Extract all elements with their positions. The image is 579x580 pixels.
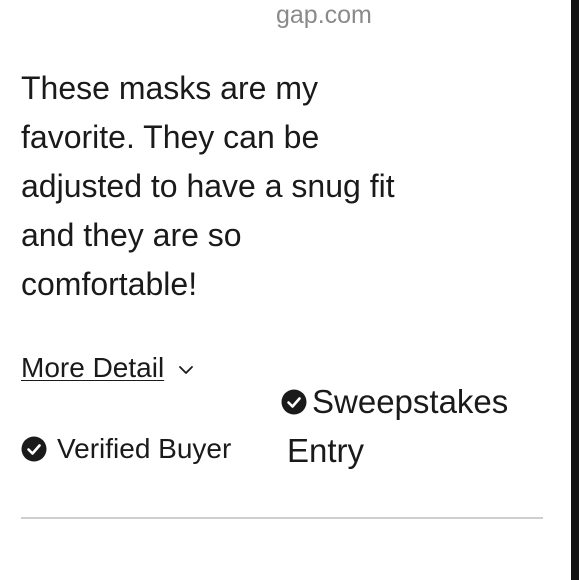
divider (21, 517, 543, 519)
review-text: These masks are my favorite. They can be… (21, 70, 395, 302)
more-detail-label: More Detail (21, 352, 165, 383)
verified-buyer-badge: Verified Buyer (21, 432, 231, 466)
review-source: gap.com (276, 1, 372, 29)
check-circle-icon (21, 436, 47, 462)
sweepstakes-entry-badge: Sweepstakes Entry (281, 380, 531, 473)
more-detail-toggle[interactable]: More Detail (21, 350, 194, 386)
check-circle-icon (281, 389, 307, 415)
chevron-down-icon (178, 365, 194, 375)
sweepstakes-label-line2: Entry (287, 432, 365, 469)
sweepstakes-label-line1: Sweepstakes (312, 383, 509, 420)
review-card: gap.com These masks are my favorite. The… (0, 0, 579, 580)
verified-buyer-label: Verified Buyer (57, 433, 232, 464)
screen-edge (571, 0, 579, 580)
